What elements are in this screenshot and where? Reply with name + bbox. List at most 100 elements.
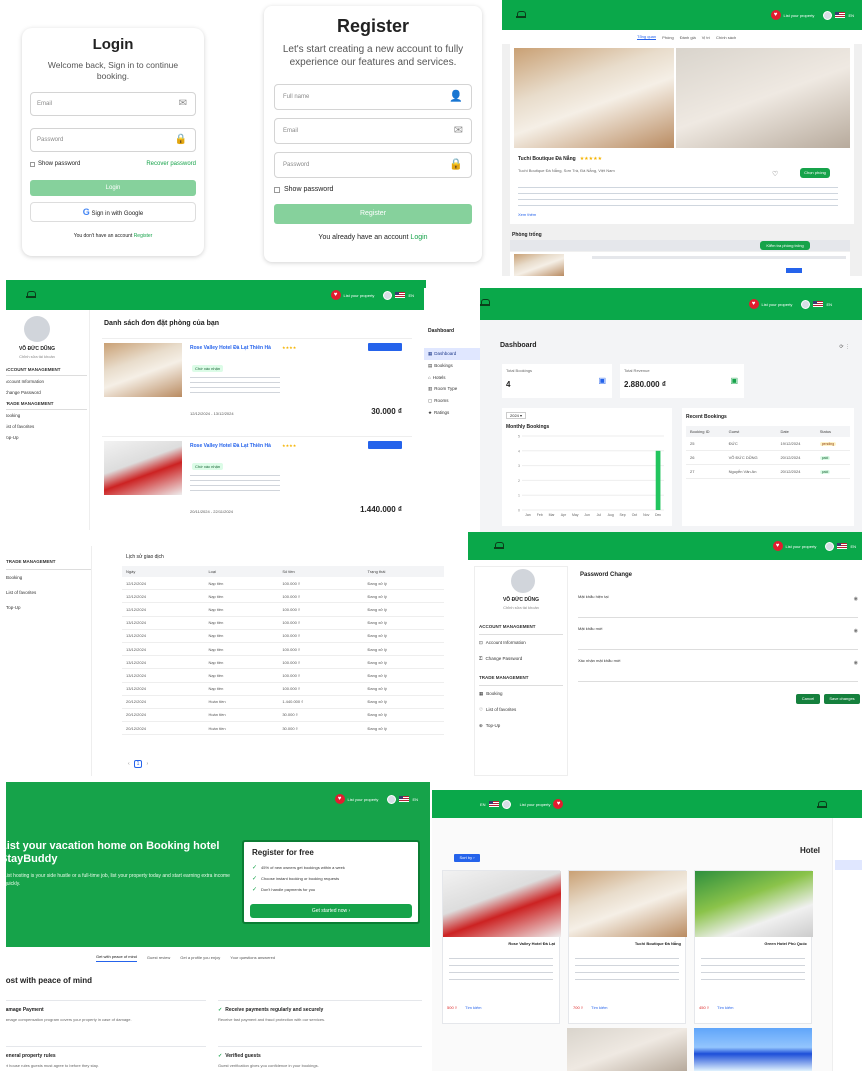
- lang-label[interactable]: EN: [408, 293, 414, 298]
- hotel-photo-main[interactable]: [514, 48, 674, 148]
- register-password-field[interactable]: Password 🔒: [274, 152, 472, 178]
- flag-icon[interactable]: [813, 301, 824, 307]
- flag-icon[interactable]: [395, 292, 406, 298]
- hotel-card-photo[interactable]: [443, 871, 561, 937]
- list-property-link[interactable]: List your property: [344, 293, 375, 298]
- table-row[interactable]: 25 ĐỨC 19/12/2024 pending: [686, 437, 850, 451]
- logo-icon[interactable]: [480, 298, 490, 307]
- avatar[interactable]: [825, 541, 835, 551]
- sidebar-item[interactable]: Top-Up: [6, 600, 91, 615]
- heart-icon[interactable]: ♥: [553, 799, 564, 809]
- lang-label[interactable]: EN: [826, 302, 832, 307]
- eye-icon[interactable]: ◉: [854, 596, 858, 602]
- nav-item-hotels[interactable]: ⌂ Hotels: [424, 372, 480, 383]
- password-input[interactable]: [632, 626, 848, 640]
- register-email-field[interactable]: Email ✉: [274, 118, 472, 144]
- login-button[interactable]: Login: [30, 180, 196, 196]
- table-row[interactable]: 26 VÕ ĐỨC DŨNG 20/12/2024 paid: [686, 450, 850, 465]
- google-signin-button[interactable]: G Sign in with Google: [30, 202, 196, 222]
- booking-photo[interactable]: [104, 441, 182, 495]
- logo-icon[interactable]: [494, 541, 504, 550]
- fullname-field[interactable]: Full name 👤: [274, 84, 472, 110]
- lang-label[interactable]: EN: [850, 544, 856, 549]
- hotel-card-search-button[interactable]: Tìm kiếm: [465, 1005, 481, 1010]
- tab-item[interactable]: Tổng quan: [637, 34, 657, 40]
- room-photo[interactable]: [514, 254, 564, 276]
- lang-label[interactable]: EN: [480, 802, 486, 807]
- sidebar-item[interactable]: ⚿ Change Password: [479, 651, 563, 666]
- sidebar-item[interactable]: Booking: [6, 410, 87, 421]
- avatar[interactable]: [801, 299, 811, 309]
- heart-icon[interactable]: ♥: [330, 290, 341, 300]
- hotel-card-photo[interactable]: [569, 871, 687, 937]
- booking-hotel-name[interactable]: Rose Valley Hotel Đà Lạt Thiên Hà: [190, 443, 271, 449]
- favorite-heart-icon[interactable]: ♡: [772, 170, 778, 178]
- check-availability-button[interactable]: Kiểm tra phòng trống: [760, 241, 810, 250]
- sidebar-item[interactable]: ♡ List of favorites: [479, 702, 563, 718]
- hotel-photo[interactable]: [694, 1028, 812, 1071]
- table-row[interactable]: 20/12/2024 Hoàn tiền 1.440.000 ₫ Đang xử lý: [122, 695, 444, 709]
- hotel-card-photo[interactable]: [695, 871, 813, 937]
- hotel-card[interactable]: Tuchi Boutique Đà Nẵng 700 ₫ Tìm kiếm: [568, 870, 687, 1024]
- heart-icon[interactable]: ♥: [334, 794, 345, 804]
- logo-icon[interactable]: [26, 290, 36, 299]
- avatar[interactable]: [823, 10, 833, 20]
- recover-password-link[interactable]: Recover password: [146, 161, 196, 167]
- flag-icon[interactable]: [399, 796, 410, 802]
- table-row[interactable]: 13/12/2024 Nạp tiền 100.000 ₫ Đang xử lý: [122, 682, 444, 696]
- show-password-checkbox[interactable]: [30, 161, 35, 167]
- sidebar-item[interactable]: Booking: [6, 570, 91, 585]
- list-property-link[interactable]: List your property: [762, 302, 793, 307]
- tab-item[interactable]: Phòng: [662, 35, 674, 40]
- nav-item-ratings[interactable]: ★ Ratings: [424, 407, 480, 419]
- table-row[interactable]: 13/12/2024 Nạp tiền 100.000 ₫ Đang xử lý: [122, 655, 444, 670]
- eye-icon[interactable]: ◉: [854, 628, 858, 634]
- next-page-icon[interactable]: ›: [146, 761, 148, 767]
- tab-item[interactable]: Chính sách: [716, 35, 736, 40]
- table-row[interactable]: 20/12/2024 Hoàn tiền 30.000 ₫ Đang xử lý: [122, 708, 444, 723]
- booking-hotel-name[interactable]: Rose Valley Hotel Đà Lạt Thiên Hà: [190, 345, 271, 351]
- current-page[interactable]: 1: [133, 760, 143, 768]
- nav-item-room-type[interactable]: ▥ Room Type: [424, 383, 480, 395]
- prev-page-icon[interactable]: ‹: [128, 761, 130, 767]
- logo-icon[interactable]: [817, 800, 827, 809]
- password-field[interactable]: Password 🔒: [30, 128, 196, 152]
- table-row[interactable]: 13/12/2024 Nạp tiền 100.000 ₫ Đang xử lý: [122, 668, 444, 683]
- sort-button[interactable]: Sort by ›: [454, 854, 480, 862]
- info-tab[interactable]: Get a profile you enjoy: [180, 955, 220, 962]
- get-started-button[interactable]: Get started now ›: [250, 904, 412, 918]
- lang-label[interactable]: EN: [848, 13, 854, 18]
- booking-card[interactable]: Rose Valley Hotel Đà Lạt Thiên Hà ★★★★ Chờ…: [102, 338, 412, 434]
- table-row[interactable]: 13/12/2024 Nạp tiền 100.000 ₫ Đang xử lý: [122, 642, 444, 657]
- hotel-card-name[interactable]: Green Hotel Phú Quốc: [764, 941, 807, 946]
- table-row[interactable]: 12/12/2024 Nạp tiền 100.000 ₫ Đang xử lý: [122, 589, 444, 604]
- select-room-button[interactable]: Chọn phòng: [800, 168, 830, 178]
- password-input[interactable]: [632, 658, 848, 672]
- avatar[interactable]: [387, 794, 397, 804]
- heart-icon[interactable]: ♥: [748, 299, 759, 309]
- booking-action-button[interactable]: [368, 343, 402, 351]
- info-tab[interactable]: Guest review: [147, 955, 170, 962]
- sidebar-item[interactable]: Top-Up: [6, 432, 87, 443]
- sidebar-item[interactable]: Change Password: [6, 387, 87, 398]
- table-row[interactable]: 27 Nguyễn Văn An 20/12/2024 paid: [686, 464, 850, 479]
- sidebar-item[interactable]: ⊕ Top-Up: [479, 718, 563, 734]
- hotel-card[interactable]: Green Hotel Phú Quốc 450 ₫ Tìm kiếm: [694, 870, 813, 1024]
- list-property-link[interactable]: List your property: [520, 802, 551, 807]
- hotel-card[interactable]: Rose Valley Hotel Đà Lạt 500 ₫ Tìm kiếm: [442, 870, 561, 1024]
- booking-photo[interactable]: [104, 343, 182, 397]
- tab-item[interactable]: Đánh giá: [680, 35, 696, 40]
- booking-action-button[interactable]: [368, 441, 402, 449]
- logo-icon[interactable]: [516, 10, 526, 19]
- heart-icon[interactable]: ♥: [770, 10, 781, 20]
- register-show-password-checkbox[interactable]: [274, 186, 280, 193]
- register-link[interactable]: Register: [134, 233, 153, 239]
- hotel-photo[interactable]: [567, 1028, 687, 1071]
- heart-icon[interactable]: ♥: [772, 541, 783, 551]
- info-tab[interactable]: Get with peace of mind: [96, 954, 137, 962]
- table-row[interactable]: 12/12/2024 Nạp tiền 100.000 ₫ Đang xử lý: [122, 602, 444, 617]
- flag-icon[interactable]: [837, 543, 848, 549]
- list-property-link[interactable]: List your property: [786, 544, 817, 549]
- sidebar-item[interactable]: List of favorites: [6, 585, 91, 600]
- hotel-card-name[interactable]: Rose Valley Hotel Đà Lạt: [508, 941, 555, 946]
